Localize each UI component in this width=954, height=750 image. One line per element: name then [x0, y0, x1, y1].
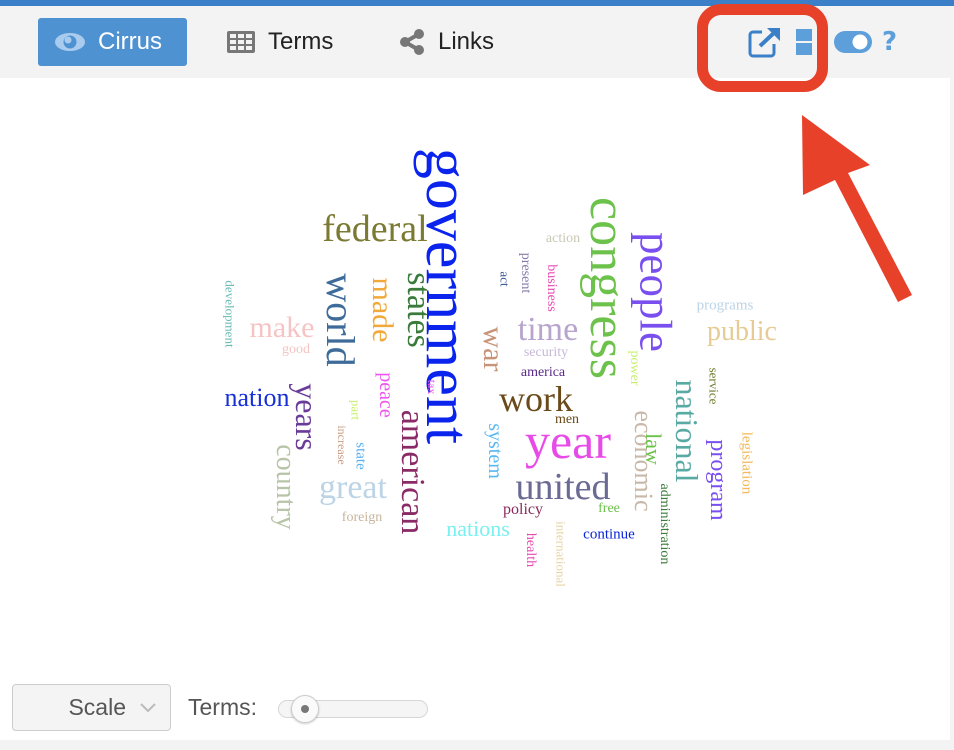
share-nodes-icon: [398, 28, 426, 56]
cloud-word-nation[interactable]: nation: [225, 385, 290, 411]
cloud-word-security[interactable]: security: [524, 346, 568, 360]
question-icon[interactable]: ?: [882, 27, 897, 57]
cloud-word-act[interactable]: act: [498, 271, 513, 286]
cloud-word-system[interactable]: system: [484, 423, 506, 479]
cloud-word-war[interactable]: war: [477, 327, 510, 372]
tab-terms[interactable]: Terms: [226, 18, 333, 66]
cloud-word-made[interactable]: made: [366, 278, 399, 343]
cloud-word-development[interactable]: development: [223, 280, 238, 347]
cloud-word-public[interactable]: public: [707, 318, 777, 346]
cloud-word-years[interactable]: years: [289, 383, 325, 451]
scale-select[interactable]: Scale: [12, 684, 171, 731]
cloud-word-law[interactable]: law: [641, 433, 666, 465]
cloud-word-congress[interactable]: congress: [579, 197, 636, 379]
tab-terms-label: Terms: [268, 28, 334, 55]
cloud-word-time[interactable]: time: [518, 313, 578, 347]
cloud-word-states[interactable]: states: [400, 272, 437, 348]
cloud-word-health[interactable]: health: [523, 533, 538, 567]
cloud-word-year[interactable]: year: [525, 416, 611, 466]
cloud-word-international[interactable]: international: [554, 521, 569, 587]
panel-edge: [950, 78, 954, 750]
cloud-word-free[interactable]: free: [598, 502, 620, 516]
cloud-word-america[interactable]: america: [521, 366, 565, 380]
cloud-word-american[interactable]: american: [394, 410, 431, 535]
cloud-word-federal[interactable]: federal: [322, 210, 427, 248]
cloud-word-world[interactable]: world: [318, 273, 363, 366]
cloud-word-program[interactable]: program: [705, 439, 731, 520]
chevron-down-icon: [140, 702, 156, 713]
terms-slider[interactable]: [278, 695, 428, 723]
cloud-word-present[interactable]: present: [518, 253, 533, 293]
cloud-word-make[interactable]: make: [250, 313, 315, 343]
window-panes-icon[interactable]: [796, 28, 812, 56]
cloud-word-peace[interactable]: peace: [375, 372, 397, 418]
cloud-word-tax[interactable]: tax: [425, 380, 439, 395]
cirrus-panel: government congress people federal world stat…: [0, 78, 950, 740]
cloud-word-state[interactable]: state: [353, 442, 369, 470]
toggle-icon[interactable]: [834, 31, 872, 53]
table-grid-icon: [226, 30, 256, 54]
cloud-word-great[interactable]: great: [319, 471, 387, 505]
tool-icons: ?: [748, 24, 897, 60]
toolbar: Cirrus Terms Links ?: [0, 6, 954, 78]
panel-bottom-edge: [0, 742, 954, 750]
cloud-word-service[interactable]: service: [707, 368, 722, 405]
terms-label: Terms:: [188, 694, 257, 720]
scale-select-value: Scale: [68, 694, 126, 720]
cloud-word-continue[interactable]: continue: [583, 527, 635, 543]
cloud-word-administration[interactable]: administration: [657, 484, 672, 565]
tab-cirrus[interactable]: Cirrus: [38, 18, 187, 66]
tab-links[interactable]: Links: [398, 18, 494, 66]
cloud-word-national[interactable]: national: [669, 379, 705, 482]
cloud-word-programs[interactable]: programs: [697, 298, 754, 314]
tab-cirrus-label: Cirrus: [98, 28, 162, 55]
cloud-word-increase[interactable]: increase: [335, 425, 349, 464]
eye-icon: [54, 32, 86, 52]
cloud-word-part[interactable]: part: [349, 400, 364, 420]
cloud-word-business[interactable]: business: [544, 264, 559, 311]
cloud-word-good[interactable]: good: [282, 343, 310, 357]
cloud-word-people[interactable]: people: [631, 232, 681, 352]
cloud-word-country[interactable]: country: [270, 444, 301, 530]
cloud-word-legislation[interactable]: legislation: [739, 432, 755, 495]
tab-links-label: Links: [438, 28, 495, 55]
cloud-word-foreign[interactable]: foreign: [342, 511, 382, 525]
cloud-word-power[interactable]: power: [627, 351, 642, 386]
cloud-word-action[interactable]: action: [546, 232, 580, 246]
external-link-icon[interactable]: [748, 26, 782, 58]
cloud-word-nations[interactable]: nations: [446, 518, 510, 540]
